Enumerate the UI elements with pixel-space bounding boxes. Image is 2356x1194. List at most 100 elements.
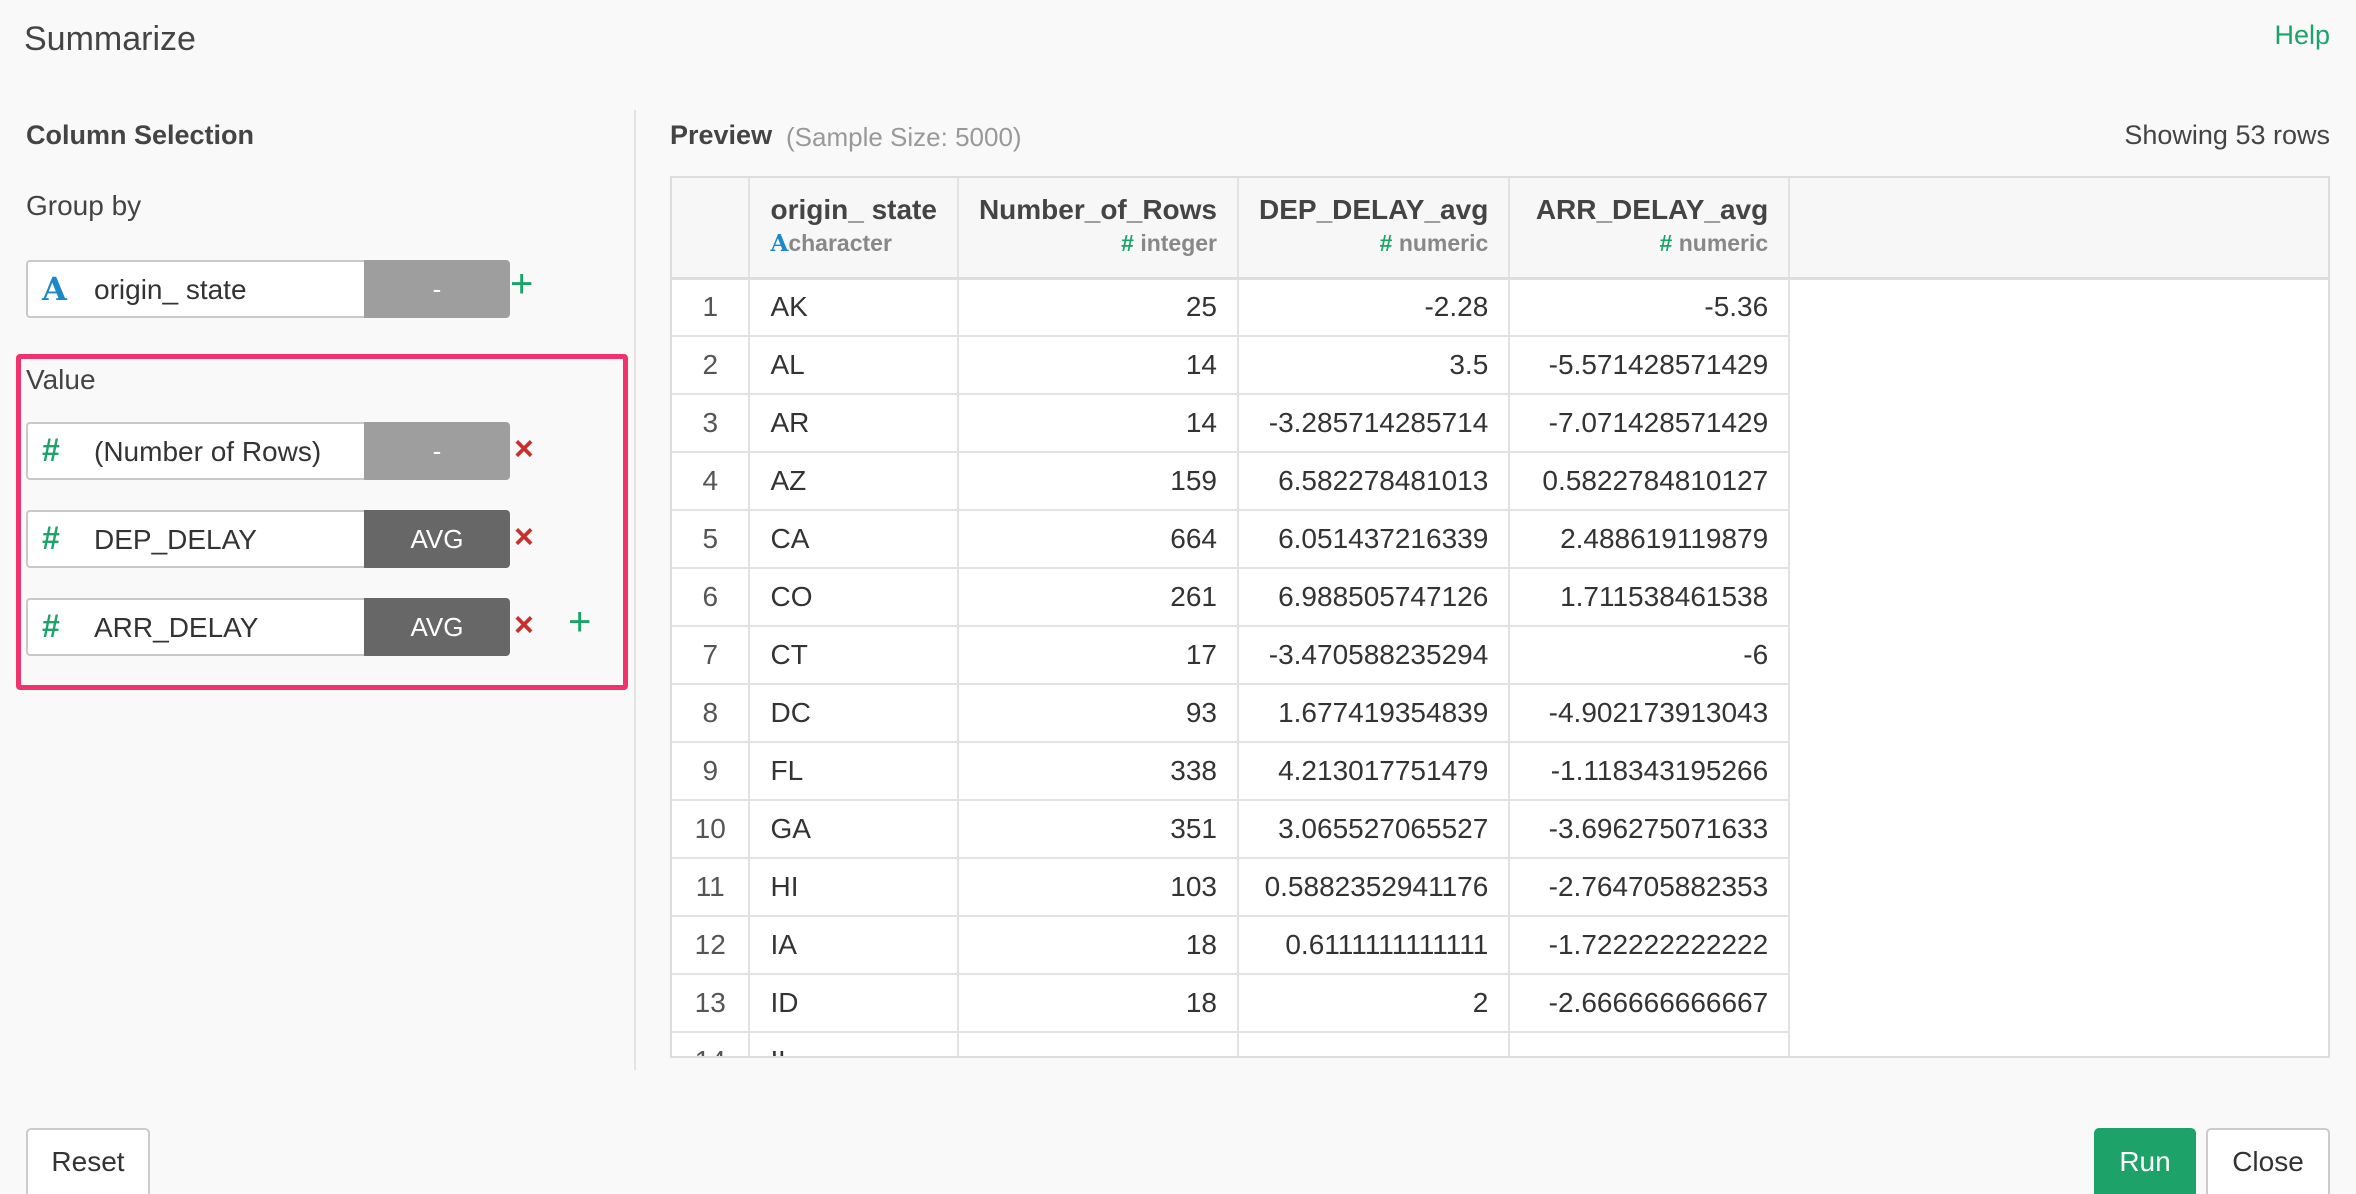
cell-dep-delay-avg: 6.582278481013 (1238, 452, 1511, 511)
preview-table-body: 1 AK 25 -2.28 -5.36 2 AL 14 3.5 -5.571428571429 3 A… (672, 278, 2328, 1056)
column-selection-title: Column Selection (26, 120, 255, 150)
table-row: 8 DC 93 1.677419354839 -4.902173913043 (672, 684, 2328, 743)
cell-dep-delay-avg: 6.051437216339 (1238, 510, 1511, 569)
column-header-type: Acharacter (770, 230, 936, 257)
table-row: 7 CT 17 -3.470588235294 -6 (672, 626, 2328, 685)
column-header-name: origin_ state (770, 194, 937, 225)
group-by-column-name: origin_ state (94, 274, 247, 305)
column-type-label: integer (1140, 230, 1217, 256)
table-row: 13 ID 18 2 -2.666666666667 (672, 974, 2328, 1033)
cell-arr-delay-avg: -3.696275071633 (1509, 800, 1791, 859)
cell-dep-delay-avg: -3.470588235294 (1238, 626, 1511, 685)
column-type-label: numeric (1398, 230, 1489, 256)
cell-arr-delay-avg: -1.118343195266 (1509, 742, 1791, 801)
cell-origin-state: CT (749, 626, 959, 685)
help-link[interactable]: Help (2274, 20, 2330, 51)
empty-cell (1789, 510, 2328, 568)
value-column-select[interactable]: # DEP_DELAY (26, 510, 366, 568)
empty-cell (1789, 916, 2328, 974)
cell-origin-state: CA (749, 510, 959, 569)
empty-cell (1789, 742, 2328, 800)
reset-button[interactable]: Reset (26, 1128, 150, 1194)
cell-number-of-rows: 103 (957, 858, 1240, 917)
cell-origin-state: FL (749, 742, 959, 801)
value-row: # ARR_DELAY AVG × + (26, 598, 626, 656)
cell-origin-state: AL (749, 336, 959, 395)
table-row: 12 IA 18 0.6111111111111 -1.722222222222 (672, 916, 2328, 975)
close-button[interactable]: Close (2206, 1128, 2330, 1194)
value-column-select[interactable]: # ARR_DELAY (26, 598, 366, 656)
cell-number-of-rows: 338 (957, 742, 1240, 801)
cell-origin-state: ID (749, 974, 959, 1033)
column-header-type: # numeric (1530, 230, 1769, 257)
cell-number-of-rows: 14 (957, 336, 1240, 395)
group-by-aggregation-button[interactable]: - (364, 260, 510, 318)
row-index: 1 (672, 278, 751, 337)
remove-value-icon[interactable]: × (514, 430, 534, 469)
cell-dep-delay-avg: 4.213017751479 (1238, 742, 1511, 801)
value-label: Value (26, 364, 96, 395)
numeric-type-icon: # (1379, 230, 1393, 256)
cell-number-of-rows: 93 (957, 684, 1240, 743)
run-button[interactable]: Run (2094, 1128, 2196, 1194)
cell-number-of-rows: 14 (957, 394, 1240, 453)
column-header-origin-state[interactable]: origin_ state Acharacter (749, 178, 959, 280)
group-by-row: A origin_ state - + (26, 260, 626, 318)
row-index: 10 (672, 800, 751, 859)
cell-arr-delay-avg: -2.666666666667 (1509, 974, 1791, 1033)
group-by-column-select[interactable]: A origin_ state (26, 260, 366, 318)
cell-origin-state: HI (749, 858, 959, 917)
empty-cell (1789, 684, 2328, 742)
row-index: 5 (672, 510, 751, 569)
table-header-row: origin_ state Acharacter Number_of_Rows … (672, 178, 2328, 280)
cell-dep-delay-avg (1238, 1032, 1511, 1056)
numeric-type-icon: # (1659, 230, 1673, 256)
value-row: # DEP_DELAY AVG × (26, 510, 626, 568)
preview-title: Preview (670, 120, 773, 150)
remove-value-icon[interactable]: × (514, 518, 534, 557)
cell-dep-delay-avg: 2 (1238, 974, 1511, 1033)
table-row: 14IL (672, 1032, 2328, 1056)
sample-size-label: (Sample Size: 5000) (786, 122, 1022, 152)
row-index: 4 (672, 452, 751, 511)
row-index: 3 (672, 394, 751, 453)
cell-origin-state: DC (749, 684, 959, 743)
value-aggregation-button[interactable]: AVG (364, 598, 510, 656)
add-value-icon[interactable]: + (568, 600, 591, 645)
index-header (672, 178, 751, 280)
empty-cell (1789, 858, 2328, 916)
row-count-label: Showing 53 rows (2124, 120, 2330, 150)
column-header-name: ARR_DELAY_avg (1535, 194, 1769, 225)
add-group-by-icon[interactable]: + (510, 262, 533, 307)
cell-dep-delay-avg: 0.6111111111111 (1238, 916, 1511, 975)
table-row: 2 AL 14 3.5 -5.571428571429 (672, 336, 2328, 395)
value-aggregation-button[interactable]: - (364, 422, 510, 480)
value-row: # (Number of Rows) - × (26, 422, 626, 480)
row-index: 7 (672, 626, 751, 685)
column-header-dep-delay-avg[interactable]: DEP_DELAY_avg # numeric (1238, 178, 1511, 280)
row-index: 13 (672, 974, 751, 1033)
numeric-type-icon: # (42, 520, 60, 556)
column-header-number-of-rows[interactable]: Number_of_Rows # integer (957, 178, 1240, 280)
cell-dep-delay-avg: 1.677419354839 (1238, 684, 1511, 743)
cell-origin-state: AK (749, 278, 959, 337)
empty-header (1789, 178, 2328, 280)
table-row: 9 FL 338 4.213017751479 -1.118343195266 (672, 742, 2328, 801)
cell-number-of-rows: 351 (957, 800, 1240, 859)
remove-value-icon[interactable]: × (514, 606, 534, 645)
value-aggregation-button[interactable]: AVG (364, 510, 510, 568)
cell-dep-delay-avg: 3.5 (1238, 336, 1511, 395)
preview-table-container[interactable]: origin_ state Acharacter Number_of_Rows … (670, 176, 2330, 1058)
cell-arr-delay-avg: 0.5822784810127 (1509, 452, 1791, 511)
column-header-arr-delay-avg[interactable]: ARR_DELAY_avg # numeric (1509, 178, 1791, 280)
table-row: 11 HI 103 0.5882352941176 -2.764705882353 (672, 858, 2328, 917)
table-row: 6 CO 261 6.988505747126 1.711538461538 (672, 568, 2328, 627)
row-index: 14 (672, 1032, 751, 1056)
table-row: 4 AZ 159 6.582278481013 0.5822784810127 (672, 452, 2328, 511)
numeric-type-icon: # (42, 432, 60, 468)
cell-arr-delay-avg (1509, 1032, 1791, 1056)
value-column-name: ARR_DELAY (94, 612, 259, 643)
value-column-select[interactable]: # (Number of Rows) (26, 422, 366, 480)
cell-arr-delay-avg: -7.071428571429 (1509, 394, 1791, 453)
cell-arr-delay-avg: -2.764705882353 (1509, 858, 1791, 917)
